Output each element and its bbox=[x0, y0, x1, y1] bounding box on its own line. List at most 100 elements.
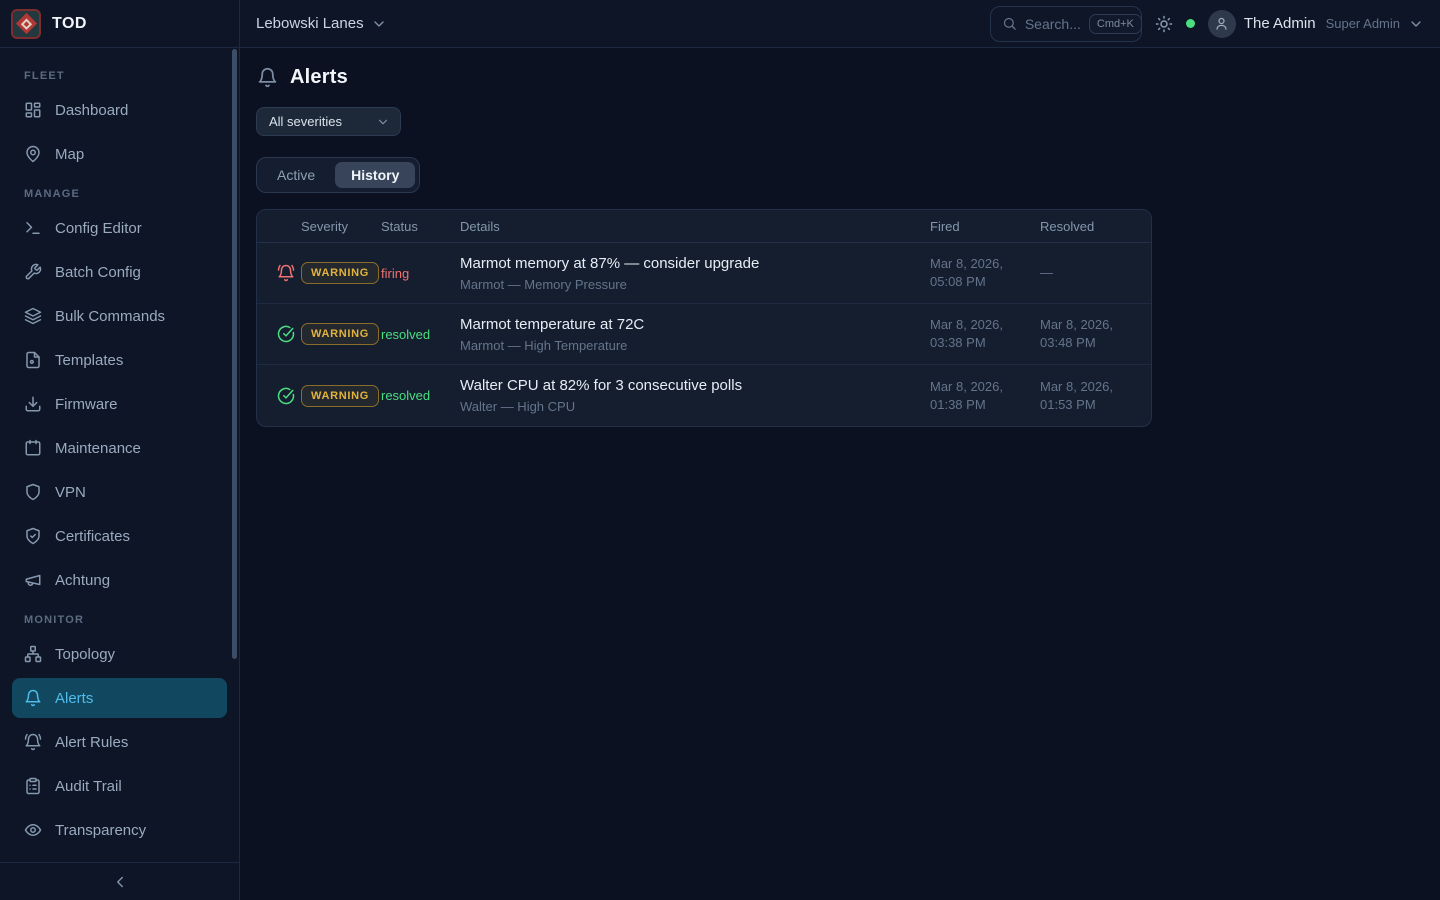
chevron-down-icon bbox=[371, 16, 387, 32]
alert-details: Marmot memory at 87% — consider upgrade … bbox=[460, 255, 930, 292]
theme-toggle-sun-icon[interactable] bbox=[1155, 15, 1173, 33]
alerts-table: Severity Status Details Fired Resolved W… bbox=[256, 209, 1152, 427]
status-text: resolved bbox=[381, 388, 460, 403]
sidebar-item-batch-config[interactable]: Batch Config bbox=[12, 252, 227, 292]
fired-time: Mar 8, 2026, 01:38 PM bbox=[930, 378, 1040, 413]
sidebar-item-label: Alert Rules bbox=[55, 734, 128, 751]
sidebar-item-label: Audit Trail bbox=[55, 778, 122, 795]
sidebar: TOD FLEET Dashboard Map MANAGE Config Ed… bbox=[0, 0, 240, 900]
alert-title: Walter CPU at 82% for 3 consecutive poll… bbox=[460, 377, 918, 394]
alert-title: Marmot memory at 87% — consider upgrade bbox=[460, 255, 918, 272]
search-input[interactable]: Search... Cmd+K bbox=[990, 6, 1142, 42]
sidebar-item-label: Transparency bbox=[55, 822, 146, 839]
sidebar-footer bbox=[0, 862, 239, 900]
sidebar-item-dashboard[interactable]: Dashboard bbox=[12, 90, 227, 130]
bell-ring-icon bbox=[277, 264, 295, 282]
alert-subtitle: Marmot — High Temperature bbox=[460, 338, 918, 353]
bell-icon bbox=[257, 67, 278, 88]
dashboard-icon bbox=[24, 101, 42, 119]
check-circle-icon bbox=[277, 325, 295, 343]
sidebar-item-label: VPN bbox=[55, 484, 86, 501]
map-pin-icon bbox=[24, 145, 42, 163]
sidebar-item-vpn[interactable]: VPN bbox=[12, 472, 227, 512]
search-icon bbox=[1002, 16, 1017, 31]
sidebar-item-topology[interactable]: Topology bbox=[12, 634, 227, 674]
alerts-page: Alerts All severities Active History Sev… bbox=[240, 48, 1440, 900]
chevron-down-icon bbox=[376, 115, 390, 129]
sidebar-item-alerts[interactable]: Alerts bbox=[12, 678, 227, 718]
org-switcher[interactable]: Lebowski Lanes bbox=[256, 15, 387, 32]
file-icon bbox=[24, 351, 42, 369]
tab-history[interactable]: History bbox=[335, 162, 415, 188]
severity-filter-value: All severities bbox=[269, 114, 342, 129]
calendar-icon bbox=[24, 439, 42, 457]
sidebar-item-label: Templates bbox=[55, 352, 123, 369]
collapse-sidebar-icon[interactable] bbox=[111, 873, 129, 891]
sidebar-item-label: Bulk Commands bbox=[55, 308, 165, 325]
sidebar-item-certificates[interactable]: Certificates bbox=[12, 516, 227, 556]
sidebar-item-label: Batch Config bbox=[55, 264, 141, 281]
page-title: Alerts bbox=[290, 66, 348, 89]
fired-time: Mar 8, 2026, 03:38 PM bbox=[930, 316, 1040, 351]
sidebar-item-audit-trail[interactable]: Audit Trail bbox=[12, 766, 227, 806]
alert-details: Marmot temperature at 72C Marmot — High … bbox=[460, 316, 930, 353]
sidebar-item-alert-rules[interactable]: Alert Rules bbox=[12, 722, 227, 762]
column-severity: Severity bbox=[301, 219, 381, 234]
download-icon bbox=[24, 395, 42, 413]
sidebar-item-config-editor[interactable]: Config Editor bbox=[12, 208, 227, 248]
org-name: Lebowski Lanes bbox=[256, 15, 364, 32]
resolved-time: Mar 8, 2026, 03:48 PM bbox=[1040, 316, 1131, 351]
alert-subtitle: Marmot — Memory Pressure bbox=[460, 277, 918, 292]
column-status: Status bbox=[381, 219, 460, 234]
column-resolved: Resolved bbox=[1040, 219, 1131, 234]
sidebar-item-label: Map bbox=[55, 146, 84, 163]
alert-subtitle: Walter — High CPU bbox=[460, 399, 918, 414]
sidebar-item-label: Certificates bbox=[55, 528, 130, 545]
table-header-row: Severity Status Details Fired Resolved bbox=[257, 210, 1151, 243]
section-label-fleet: FLEET bbox=[24, 70, 215, 82]
sidebar-item-label: Topology bbox=[55, 646, 115, 663]
app-logo-icon bbox=[11, 9, 41, 39]
sidebar-item-firmware[interactable]: Firmware bbox=[12, 384, 227, 424]
page-title-row: Alerts bbox=[256, 64, 1424, 89]
alert-title: Marmot temperature at 72C bbox=[460, 316, 918, 333]
tab-active[interactable]: Active bbox=[261, 162, 331, 188]
resolved-time: — bbox=[1040, 264, 1131, 282]
alerts-tab-group: Active History bbox=[256, 157, 420, 193]
sidebar-item-label: Config Editor bbox=[55, 220, 142, 237]
sidebar-item-transparency[interactable]: Transparency bbox=[12, 810, 227, 850]
table-row[interactable]: WARNING resolved Walter CPU at 82% for 3… bbox=[257, 365, 1151, 426]
table-row[interactable]: WARNING firing Marmot memory at 87% — co… bbox=[257, 243, 1151, 304]
sidebar-item-map[interactable]: Map bbox=[12, 134, 227, 174]
section-label-manage: MANAGE bbox=[24, 188, 215, 200]
search-shortcut-badge: Cmd+K bbox=[1089, 14, 1142, 34]
sidebar-item-maintenance[interactable]: Maintenance bbox=[12, 428, 227, 468]
sidebar-item-label: Dashboard bbox=[55, 102, 128, 119]
sidebar-scrollbar-thumb[interactable] bbox=[232, 49, 237, 659]
status-text: firing bbox=[381, 266, 460, 281]
sidebar-item-achtung[interactable]: Achtung bbox=[12, 560, 227, 600]
user-menu[interactable]: The Admin Super Admin bbox=[1208, 10, 1424, 38]
severity-badge: WARNING bbox=[301, 385, 379, 407]
brand-name: TOD bbox=[52, 15, 87, 33]
bell-ring-icon bbox=[24, 733, 42, 751]
sidebar-item-label: Alerts bbox=[55, 690, 93, 707]
main-area: Lebowski Lanes Search... Cmd+K bbox=[240, 0, 1440, 900]
fired-time: Mar 8, 2026, 05:08 PM bbox=[930, 255, 1040, 290]
sidebar-item-bulk-commands[interactable]: Bulk Commands bbox=[12, 296, 227, 336]
sidebar-item-templates[interactable]: Templates bbox=[12, 340, 227, 380]
resolved-time: Mar 8, 2026, 01:53 PM bbox=[1040, 378, 1131, 413]
eye-icon bbox=[24, 821, 42, 839]
shield-check-icon bbox=[24, 527, 42, 545]
severity-filter-select[interactable]: All severities bbox=[256, 107, 401, 136]
sidebar-item-label: Maintenance bbox=[55, 440, 141, 457]
shield-icon bbox=[24, 483, 42, 501]
table-row[interactable]: WARNING resolved Marmot temperature at 7… bbox=[257, 304, 1151, 365]
megaphone-icon bbox=[24, 571, 42, 589]
wrench-icon bbox=[24, 263, 42, 281]
network-icon bbox=[24, 645, 42, 663]
connection-status-dot bbox=[1186, 19, 1195, 28]
alert-details: Walter CPU at 82% for 3 consecutive poll… bbox=[460, 377, 930, 414]
check-circle-icon bbox=[277, 387, 295, 405]
severity-badge: WARNING bbox=[301, 323, 379, 345]
